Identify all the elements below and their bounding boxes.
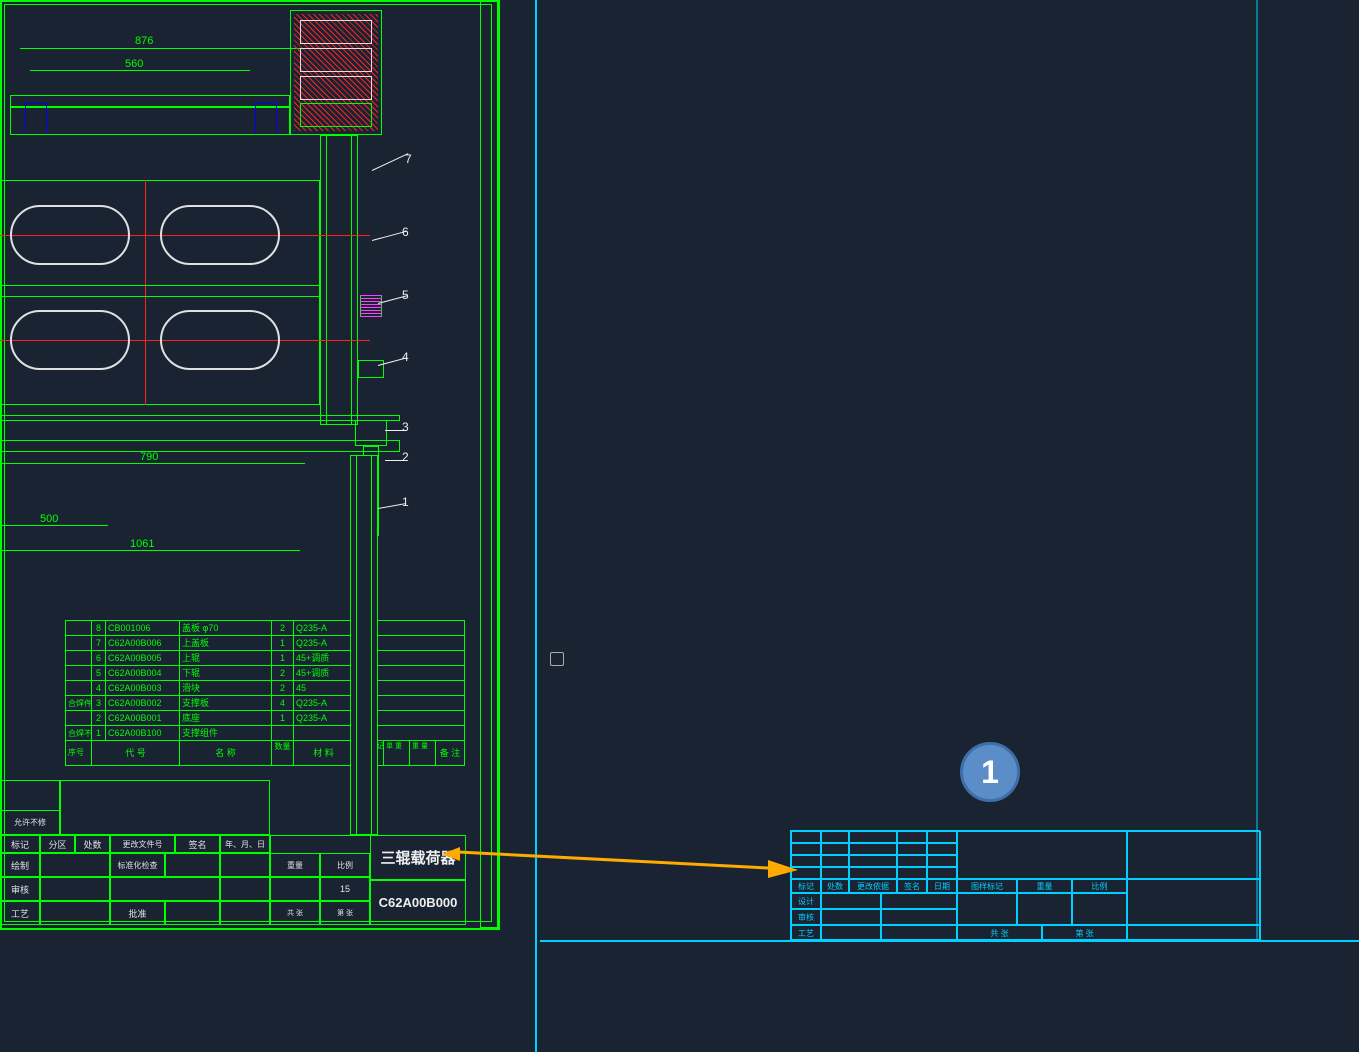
small-marker bbox=[550, 652, 564, 666]
dim-line-790 bbox=[0, 463, 305, 464]
top-elevation bbox=[0, 0, 395, 145]
dim-500: 500 bbox=[40, 513, 58, 525]
column-through-inner bbox=[356, 455, 372, 835]
dim-line-1061 bbox=[0, 550, 300, 551]
cyan-title-block: 标记 处数 更改依据 签名 日期 设计 审核 工艺 图样标记 重量 比例 共 张… bbox=[790, 830, 1260, 940]
drawing-code: C62A00B000 bbox=[370, 880, 466, 925]
slot-2 bbox=[160, 205, 280, 265]
annotation-badge-1: 1 bbox=[960, 742, 1020, 802]
dim-1061: 1061 bbox=[130, 538, 154, 550]
callout-5: 5 bbox=[402, 288, 409, 302]
slot-3 bbox=[10, 310, 130, 370]
bom-row: 合焊不焊件1C62A00B100支撑组件 bbox=[66, 726, 464, 741]
title-block: 允许不修 标记 分区 处数 更改文件号 签名 年、月、日 绘制 标准化检查 审核… bbox=[0, 755, 466, 925]
bom-row: 5C62A00B004下辊245+调质 bbox=[66, 666, 464, 681]
bom-row: 4C62A00B003滑块245 bbox=[66, 681, 464, 696]
bom-row: 2C62A00B001底座1Q235-A bbox=[66, 711, 464, 726]
bracket bbox=[355, 420, 387, 446]
bearing-1-hatch bbox=[360, 295, 382, 317]
vertical-column-inner bbox=[326, 135, 352, 425]
bom-row: 6C62A00B005上辊145+调质 bbox=[66, 651, 464, 666]
plate-b bbox=[0, 440, 400, 452]
bom-table: 8CB001006盖板 φ702Q235-A 7C62A00B006上盖板1Q2… bbox=[65, 620, 465, 766]
dim-line-500 bbox=[0, 525, 108, 526]
mid-plate bbox=[0, 285, 320, 297]
callout-6: 6 bbox=[402, 225, 409, 239]
plate-a bbox=[0, 415, 400, 421]
bom-row: 8CB001006盖板 φ702Q235-A bbox=[66, 621, 464, 636]
frame-margin bbox=[480, 0, 498, 928]
callout-2: 2 bbox=[402, 450, 409, 464]
bearing-2 bbox=[358, 360, 384, 378]
callout-7: 7 bbox=[405, 152, 412, 166]
bom-row: 合焊件3C62A00B002支撑板4Q235-A bbox=[66, 696, 464, 711]
callout-3: 3 bbox=[402, 420, 409, 434]
callout-1: 1 bbox=[402, 495, 409, 509]
cad-viewport[interactable]: 876 560 790 500 1061 7 bbox=[0, 0, 1359, 1052]
annotation-arrow bbox=[458, 850, 798, 880]
slot-1 bbox=[10, 205, 130, 265]
slot-4 bbox=[160, 310, 280, 370]
right-sheet-right bbox=[1256, 0, 1258, 942]
paper-divider bbox=[535, 0, 537, 1052]
dim-790: 790 bbox=[140, 451, 158, 463]
bom-row: 7C62A00B006上盖板1Q235-A bbox=[66, 636, 464, 651]
callout-4: 4 bbox=[402, 350, 409, 364]
